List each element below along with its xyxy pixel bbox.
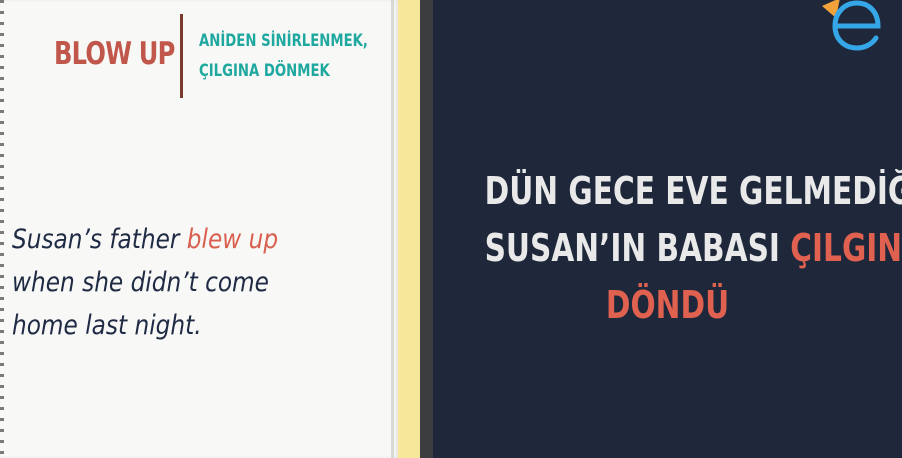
e-letter-logo-icon [822, 0, 881, 51]
example-line-1-text: Susan’s father [12, 224, 187, 255]
example-line-2: when she didn’t come [12, 267, 269, 298]
headword: BLOW UP [54, 36, 175, 72]
meaning-line-2: ÇILGINA DÖNMEK [199, 61, 330, 81]
meaning: ANİDEN SİNİRLENMEK, ÇILGINA DÖNMEK [199, 26, 368, 86]
example-sentence: Susan’s father blew up when she didn’t c… [12, 218, 339, 347]
translation-text: DÜN GECE EVE GELMEDİĞİNDE, SUSAN’IN BABA… [433, 163, 902, 334]
example-highlight: blew up [186, 224, 279, 255]
slide: BLOW UP ANİDEN SİNİRLENMEK, ÇILGINA DÖNM… [0, 0, 902, 458]
card-gap [420, 0, 433, 458]
yellow-divider [398, 0, 420, 458]
translation-highlight-2: DÖNDÜ [605, 283, 730, 327]
card-header: BLOW UP ANİDEN SİNİRLENMEK, ÇILGINA DÖNM… [40, 14, 390, 98]
meaning-line-1: ANİDEN SİNİRLENMEK, [199, 31, 368, 51]
header-divider [180, 14, 183, 98]
translation-line-3: DÖNDÜ [485, 277, 851, 334]
notebook-binding [0, 0, 4, 458]
translation-line-1: DÜN GECE EVE GELMEDİĞİNDE, [484, 169, 902, 213]
vocabulary-card: BLOW UP ANİDEN SİNİRLENMEK, ÇILGINA DÖNM… [0, 0, 398, 458]
translation-card: DÜN GECE EVE GELMEDİĞİNDE, SUSAN’IN BABA… [433, 0, 902, 458]
translation-line-2: SUSAN’IN BABASI ÇILGINA [484, 220, 902, 277]
translation-highlight-1: ÇILGINA [790, 226, 902, 270]
example-line-3: home last night. [12, 310, 202, 341]
example-line-1: Susan’s father blew up [12, 218, 339, 261]
page-edge [391, 0, 394, 458]
translation-line-2-text: SUSAN’IN BABASI [484, 226, 791, 270]
